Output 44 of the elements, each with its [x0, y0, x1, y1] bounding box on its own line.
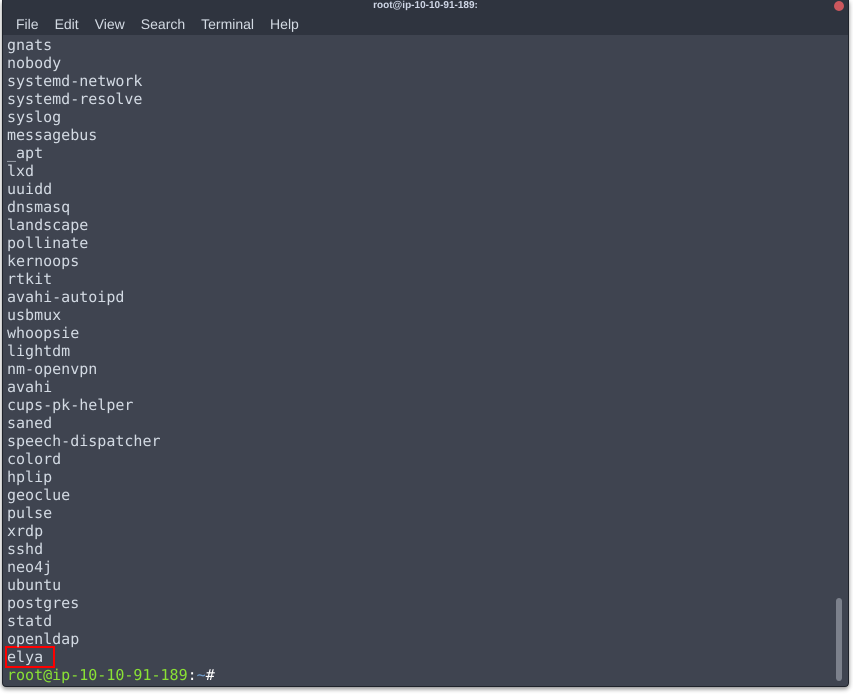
output-line: syslog	[7, 108, 62, 126]
menu-item[interactable]: View	[86, 14, 133, 34]
output-line: rtkit	[7, 270, 52, 288]
output-line: cups-pk-helper	[7, 396, 134, 414]
output-line: pollinate	[7, 234, 88, 252]
menu-item[interactable]: File	[8, 14, 47, 34]
output-line: uuidd	[7, 180, 52, 198]
output-line: pulse	[7, 504, 52, 522]
output-line: neo4j	[7, 558, 52, 576]
output-line: openldap	[7, 630, 80, 648]
output-line: avahi	[7, 378, 52, 396]
output-line: colord	[7, 450, 62, 468]
menu-item[interactable]: Edit	[46, 14, 87, 34]
window-title: root@ip-10-10-91-189:	[373, 0, 478, 12]
output-line: kernoops	[7, 252, 80, 270]
output-line: gnats	[7, 36, 52, 54]
output-line: avahi-autoipd	[7, 288, 124, 306]
output-line: geoclue	[7, 486, 70, 504]
menu-item[interactable]: Help	[262, 14, 307, 34]
output-line: nobody	[7, 54, 62, 72]
output-line: statd	[7, 612, 52, 630]
output-line: usbmux	[7, 306, 62, 324]
output-line: postgres	[7, 594, 80, 612]
output-line: xrdp	[7, 522, 44, 540]
output-line: systemd-resolve	[7, 90, 142, 108]
output-line: nm-openvpn	[7, 360, 98, 378]
output-line: dnsmasq	[7, 198, 70, 216]
output-line: systemd-network	[7, 72, 142, 90]
output-line: landscape	[7, 216, 88, 234]
output-line: hplip	[7, 468, 52, 486]
output-line: lxd	[7, 162, 34, 180]
output-line: ubuntu	[7, 576, 62, 594]
output-line: speech-dispatcher	[7, 432, 161, 450]
output-line: lightdm	[7, 342, 70, 360]
output-line: sshd	[7, 540, 44, 558]
menu-item[interactable]: Search	[132, 14, 194, 34]
menu-item[interactable]: Terminal	[193, 14, 262, 34]
close-icon[interactable]	[834, 1, 844, 11]
output-line: whoopsie	[7, 324, 80, 342]
output-line: saned	[7, 414, 52, 432]
output-line: messagebus	[7, 126, 98, 144]
output-line: _apt	[7, 144, 44, 162]
shell-prompt: root@ip-10-10-91-189:~#	[7, 666, 215, 684]
scrollbar-thumb[interactable]	[836, 598, 842, 681]
